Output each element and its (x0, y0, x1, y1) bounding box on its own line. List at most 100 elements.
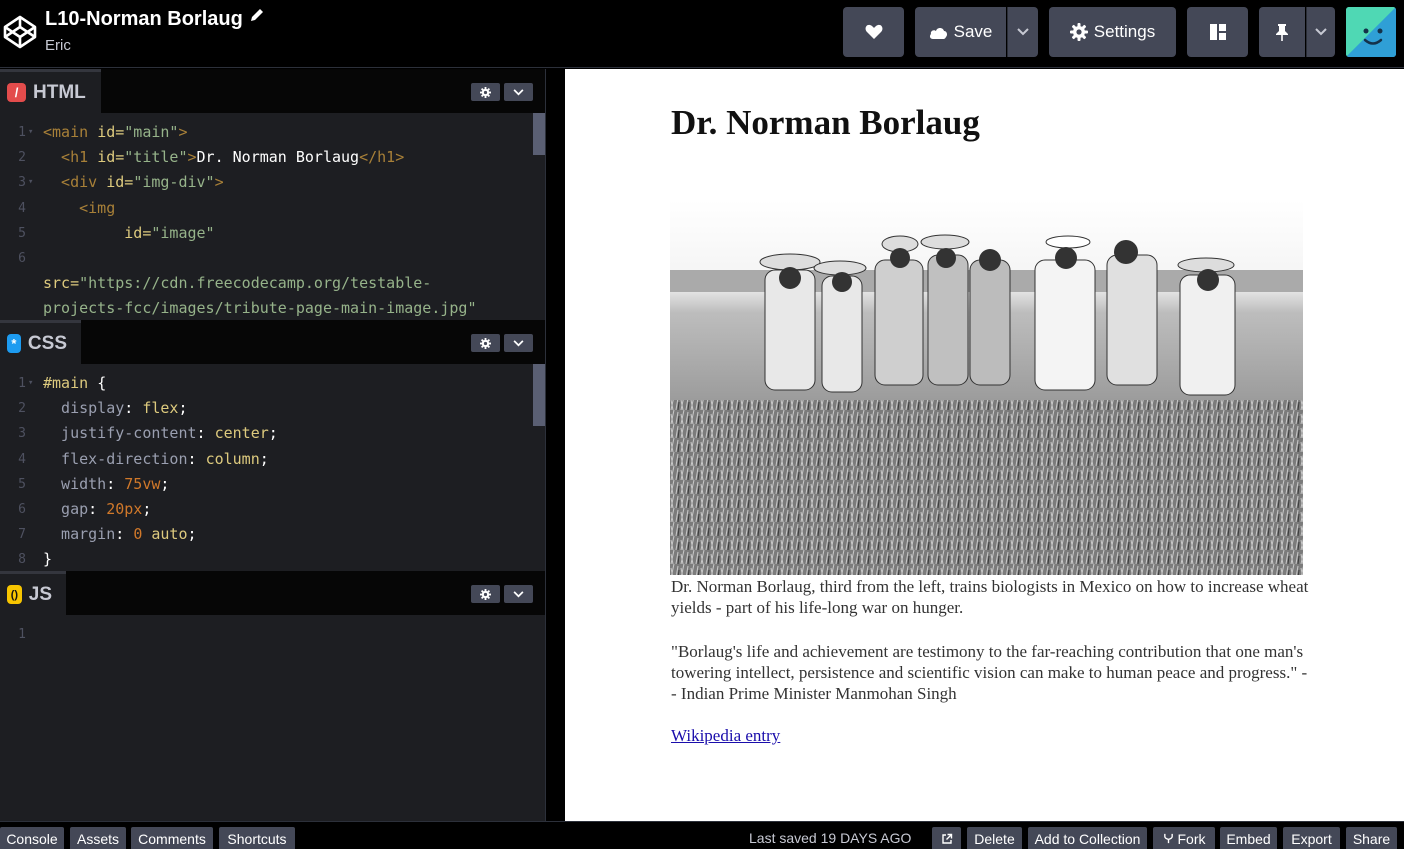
code-token: auto (142, 525, 188, 544)
code-token: ; (259, 449, 269, 468)
code-line[interactable]: 1 ▾ <main id="main"> (0, 120, 530, 145)
html-code-area[interactable]: 1 ▾ <main id="main"> 2 <h1 id="title">Dr. N… (0, 113, 545, 320)
code-line[interactable]: 2 display: flex; (0, 396, 530, 421)
open-external-button[interactable] (932, 827, 961, 849)
code-text: flex-direction: column; (43, 447, 269, 472)
pen-author[interactable]: Eric (45, 37, 71, 54)
chevron-down-icon (513, 88, 524, 95)
code-line[interactable]: 8} (0, 547, 530, 572)
code-text: width: 75vw; (43, 472, 169, 497)
code-line[interactable]: 5 id="image" (0, 221, 530, 246)
save-button[interactable]: Save (915, 7, 1006, 57)
js-code-area[interactable]: 1 (0, 615, 545, 821)
code-token: width (43, 474, 107, 493)
change-view-button[interactable] (1187, 7, 1248, 57)
fold-toggle-icon[interactable]: ▾ (28, 120, 33, 145)
last-saved-prefix: Last saved (749, 830, 817, 846)
editor-resize-handle[interactable] (545, 69, 565, 821)
js-editor-header: () JS (0, 571, 545, 615)
delete-button[interactable]: Delete (967, 827, 1022, 849)
html-settings-button[interactable] (471, 83, 500, 101)
last-saved-status: Last saved 19 DAYS AGO (749, 830, 911, 846)
chevron-down-icon (1017, 28, 1029, 36)
line-number: 7 (18, 527, 26, 543)
tribute-image (670, 200, 1303, 575)
code-line[interactable]: 1 (0, 622, 530, 647)
code-token: <main (43, 123, 98, 141)
add-to-collection-button[interactable]: Add to Collection (1028, 827, 1147, 849)
code-token: display (43, 399, 125, 418)
comments-button[interactable]: Comments (131, 827, 213, 849)
code-line[interactable]: projects-fcc/images/tribute-page-main-im… (0, 296, 530, 321)
pin-icon (1276, 24, 1288, 41)
code-text: id="image" (43, 221, 214, 246)
fold-toggle-icon[interactable]: ▾ (28, 371, 33, 396)
assets-button[interactable]: Assets (70, 827, 126, 849)
css-settings-button[interactable] (471, 334, 500, 352)
line-number: 2 (18, 150, 26, 166)
pin-button[interactable] (1259, 7, 1305, 57)
pencil-icon[interactable] (249, 7, 265, 23)
code-text: <img (43, 196, 115, 221)
code-line[interactable]: 4 flex-direction: column; (0, 447, 530, 472)
code-line[interactable]: 3 justify-content: center; (0, 421, 530, 446)
code-line[interactable]: 1 ▾ #main { (0, 371, 530, 396)
code-line[interactable]: 5 width: 75vw; (0, 472, 530, 497)
html-collapse-button[interactable] (504, 83, 533, 101)
html-lang-icon: / (7, 83, 26, 102)
code-token: id= (43, 223, 152, 242)
console-button[interactable]: Console (0, 827, 64, 849)
code-token: > (214, 173, 224, 192)
css-code-area[interactable]: 1 ▾ #main {2 display: flex; 3 justify-conte… (0, 364, 545, 571)
html-editor-tab[interactable]: / HTML (0, 69, 101, 113)
top-bar: L10-Norman Borlaug Eric Save Settings (0, 0, 1404, 68)
css-scrollbar[interactable] (533, 364, 545, 426)
code-line[interactable]: 3 ▾ <div id="img-div"> (0, 170, 530, 195)
js-settings-button[interactable] (471, 585, 500, 603)
external-link-icon (941, 833, 952, 844)
shortcuts-button[interactable]: Shortcuts (219, 827, 295, 849)
code-token: : (115, 525, 134, 544)
share-button[interactable]: Share (1346, 827, 1397, 849)
wikipedia-link[interactable]: Wikipedia entry (671, 726, 780, 746)
code-text: #main { (43, 371, 106, 396)
code-line[interactable]: 4 <img (0, 196, 530, 221)
fold-toggle-icon[interactable]: ▾ (28, 170, 33, 195)
codepen-logo-icon[interactable] (2, 14, 38, 50)
fork-label: Fork (1177, 830, 1206, 847)
code-text: gap: 20px; (43, 497, 151, 522)
embed-button[interactable]: Embed (1220, 827, 1277, 849)
code-line[interactable]: 6 (0, 246, 530, 271)
js-collapse-button[interactable] (504, 585, 533, 603)
pin-options-button[interactable] (1306, 7, 1335, 57)
save-options-button[interactable] (1007, 7, 1038, 57)
pen-title[interactable]: L10-Norman Borlaug (45, 7, 265, 31)
css-editor-label: CSS (27, 332, 67, 354)
js-editor-tab[interactable]: () JS (0, 571, 66, 615)
heart-button[interactable] (843, 7, 904, 57)
code-token: id= (97, 123, 125, 141)
cloud-icon (929, 27, 947, 39)
code-token: "title" (124, 148, 188, 167)
fork-button[interactable]: Fork (1153, 827, 1215, 849)
avatar-face-icon (1346, 7, 1396, 57)
code-text: display: flex; (43, 396, 187, 421)
code-text: <div id="img-div"> (43, 170, 224, 195)
css-editor-tab[interactable]: * CSS (0, 320, 81, 364)
code-token: 20px (106, 500, 143, 518)
photo-field-workers-icon (670, 200, 1303, 575)
bottom-bar: Console Assets Comments Shortcuts Last s… (0, 821, 1404, 849)
code-line[interactable]: src="https://cdn.freecodecamp.org/testab… (0, 271, 530, 296)
html-scrollbar[interactable] (533, 113, 545, 155)
settings-button[interactable]: Settings (1049, 7, 1176, 57)
user-avatar[interactable] (1346, 7, 1396, 57)
css-collapse-button[interactable] (504, 334, 533, 352)
code-line[interactable]: 7 margin: 0 auto; (0, 522, 530, 547)
code-token: 0 (133, 525, 143, 544)
code-token: "https://cdn.freecodecamp.org/testable- (79, 274, 432, 293)
js-editor-label: JS (28, 583, 52, 605)
code-line[interactable]: 2 <h1 id="title">Dr. Norman Borlaug</h1> (0, 145, 530, 170)
html-editor-label: HTML (33, 81, 86, 103)
code-line[interactable]: 6 gap: 20px; (0, 497, 530, 522)
export-button[interactable]: Export (1283, 827, 1340, 849)
